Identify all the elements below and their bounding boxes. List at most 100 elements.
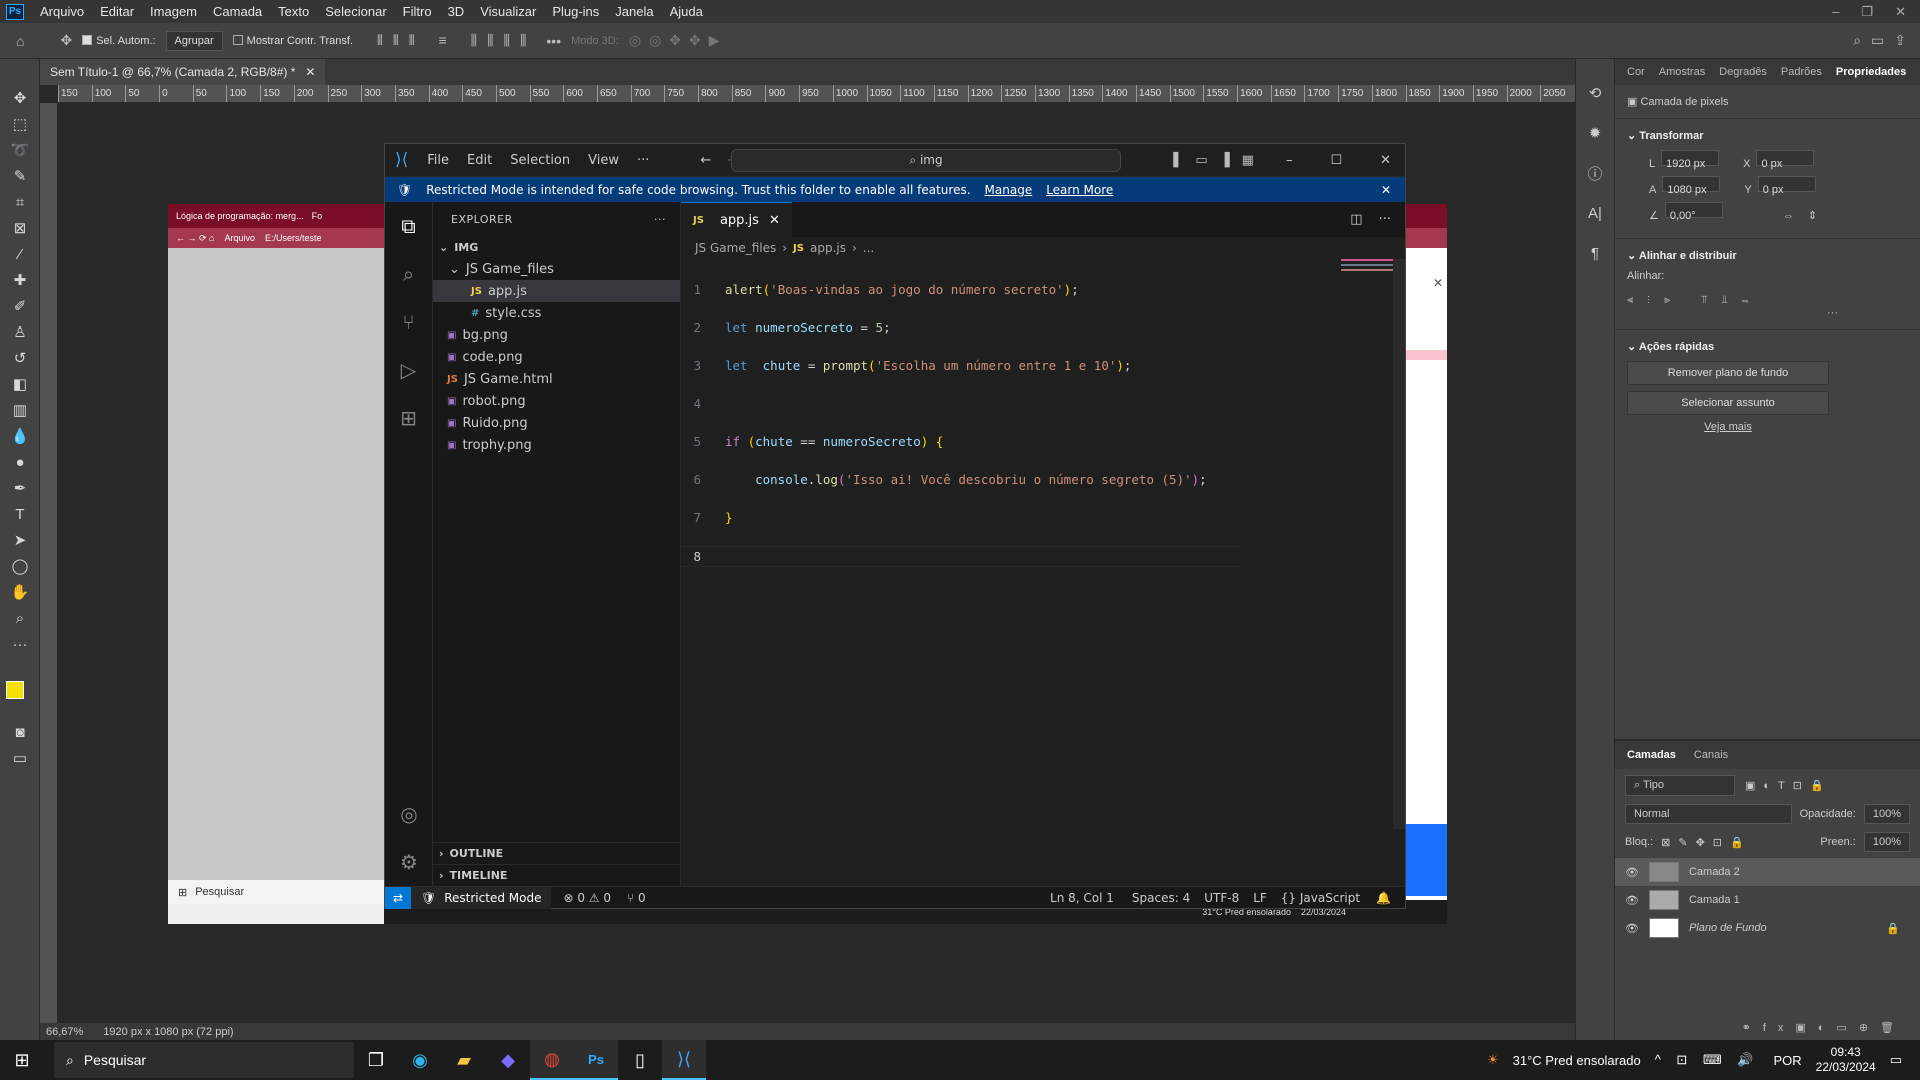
settings-gear-icon[interactable]: ⚙ bbox=[385, 838, 433, 886]
tree-file[interactable]: ▣ trophy.png bbox=[433, 434, 680, 456]
auto-select-checkbox[interactable]: Sel. Autom.: bbox=[82, 34, 156, 47]
layer-row[interactable]: 👁 Plano de Fundo 🔒 bbox=[1615, 914, 1920, 942]
cursor-position[interactable]: Ln 8, Col 1 bbox=[1050, 891, 1114, 905]
more-icon[interactable]: ••• bbox=[546, 33, 561, 49]
language-indicator[interactable]: POR bbox=[1773, 1053, 1801, 1068]
tree-file-style-css[interactable]: # style.css bbox=[433, 302, 680, 324]
height-field[interactable]: 1080 px bbox=[1662, 176, 1721, 196]
document-tab[interactable]: Sem Título-1 @ 66,7% (Camada 2, RGB/8#) … bbox=[40, 59, 326, 85]
y-field[interactable]: 0 px bbox=[1757, 176, 1816, 196]
history-brush-icon[interactable]: ↺ bbox=[0, 345, 40, 371]
hand-tool-icon[interactable]: ✋ bbox=[0, 579, 40, 605]
align-more-icon[interactable]: ··· bbox=[1627, 307, 1838, 319]
vscode-icon[interactable]: ⟩⟨ bbox=[662, 1040, 706, 1080]
layout-icons[interactable]: ▌▭▐▦ bbox=[1173, 153, 1266, 168]
notification-icon[interactable]: ▭ bbox=[1890, 1052, 1902, 1068]
tab-canais[interactable]: Canais bbox=[1694, 749, 1728, 761]
notepad-icon[interactable]: ▯ bbox=[618, 1040, 662, 1080]
language-status[interactable]: {} JavaScript bbox=[1281, 891, 1360, 905]
restore-icon[interactable]: ❐ bbox=[1861, 4, 1873, 20]
lock-icons[interactable]: ⊠✎✥⊡🔒 bbox=[1661, 836, 1752, 849]
tab-propriedades[interactable]: Propriedades bbox=[1836, 66, 1906, 78]
menu-texto[interactable]: Texto bbox=[270, 4, 317, 19]
close-tab-icon[interactable]: ✕ bbox=[769, 213, 780, 228]
vs-menu-edit[interactable]: Edit bbox=[458, 153, 501, 168]
tree-folder[interactable]: ⌄ JS Game_files bbox=[433, 258, 680, 280]
menu-camada[interactable]: Camada bbox=[205, 4, 270, 19]
screen-mode-icon[interactable]: ▭ bbox=[0, 745, 40, 771]
crumb-folder[interactable]: JS Game_files bbox=[695, 241, 776, 255]
vs-menu-file[interactable]: File bbox=[418, 153, 458, 168]
lasso-tool-icon[interactable]: ➰ bbox=[0, 137, 40, 163]
extensions-icon[interactable]: ⊞ bbox=[385, 394, 432, 442]
visibility-eye-icon[interactable]: 👁 bbox=[1625, 894, 1639, 907]
problems-status[interactable]: ⊗ 0 ⚠ 0 bbox=[563, 891, 611, 905]
tree-file[interactable]: ▣ robot.png bbox=[433, 390, 680, 412]
info-icon[interactable]: ⓘ bbox=[1576, 153, 1614, 193]
eol-status[interactable]: LF bbox=[1253, 891, 1267, 905]
angle-field[interactable]: 0,00° bbox=[1664, 202, 1723, 222]
edge-icon[interactable]: ◉ bbox=[398, 1040, 442, 1080]
file-explorer-icon[interactable]: ▰ bbox=[442, 1040, 486, 1080]
menu-arquivo[interactable]: Arquivo bbox=[32, 4, 92, 19]
ellipse-tool-icon[interactable]: ◯ bbox=[0, 553, 40, 579]
menu-3d[interactable]: 3D bbox=[440, 4, 473, 19]
group-select[interactable]: Agrupar bbox=[165, 30, 223, 51]
crumb-file[interactable]: app.js bbox=[810, 241, 846, 255]
vs-close-icon[interactable]: ✕ bbox=[1380, 153, 1391, 168]
tab-cor[interactable]: Cor bbox=[1627, 66, 1645, 78]
chrome-icon[interactable]: ◍ bbox=[530, 1040, 574, 1080]
layer-footer-icons[interactable]: ⚭fx▣◐▭⊕🗑 bbox=[1742, 1021, 1906, 1034]
see-more-link[interactable]: Veja mais bbox=[1627, 421, 1829, 433]
layer-row[interactable]: 👁 Camada 1 bbox=[1615, 886, 1920, 914]
tree-file[interactable]: ▣ bg.png bbox=[433, 324, 680, 346]
banner-close-icon[interactable]: ✕ bbox=[1381, 183, 1391, 197]
close-tab-icon[interactable]: ✕ bbox=[305, 65, 315, 79]
visibility-eye-icon[interactable]: 👁 bbox=[1625, 866, 1639, 879]
tab-camadas[interactable]: Camadas bbox=[1627, 749, 1676, 761]
quick-mask-icon[interactable]: ◙ bbox=[0, 719, 40, 745]
vs-menu-selection[interactable]: Selection bbox=[501, 153, 579, 168]
character-icon[interactable]: A| bbox=[1576, 193, 1614, 233]
remote-icon[interactable]: ⇄ bbox=[385, 886, 411, 909]
minimap[interactable] bbox=[1341, 259, 1393, 273]
tree-file[interactable]: JS JS Game.html bbox=[433, 368, 680, 390]
adjustments-icon[interactable]: ✹ bbox=[1576, 113, 1614, 153]
account-icon[interactable]: ◎ bbox=[385, 790, 433, 838]
menu-janela[interactable]: Janela bbox=[607, 4, 661, 19]
crumb-symbol[interactable]: ... bbox=[863, 241, 874, 255]
encoding-status[interactable]: UTF-8 bbox=[1204, 891, 1239, 905]
crop-tool-icon[interactable]: ⌗ bbox=[0, 189, 40, 215]
move-tool-icon[interactable]: ✥ bbox=[0, 85, 40, 111]
layer-row[interactable]: 👁 Camada 2 bbox=[1615, 858, 1920, 886]
history-icon[interactable]: ⟲ bbox=[1576, 73, 1614, 113]
editor-more-icon[interactable]: ··· bbox=[1379, 212, 1391, 227]
vs-maximize-icon[interactable]: ☐ bbox=[1330, 153, 1342, 168]
fill-field[interactable]: 100% bbox=[1863, 832, 1910, 852]
taskbar-search[interactable]: ⌕ Pesquisar bbox=[54, 1042, 354, 1078]
task-view-icon[interactable]: ❐ bbox=[354, 1040, 398, 1080]
explorer-more-icon[interactable]: ··· bbox=[654, 213, 666, 226]
manage-link[interactable]: Manage bbox=[985, 183, 1033, 197]
tab-app-js[interactable]: JS app.js ✕ bbox=[681, 202, 792, 237]
timeline-section[interactable]: › TIMELINE bbox=[433, 864, 680, 886]
weather-icon[interactable]: ☀ bbox=[1487, 1052, 1499, 1068]
align-icons[interactable]: ⫴⫴⫴ ≡ ⫼⫼⫼⫼ bbox=[377, 32, 536, 49]
home-icon[interactable]: ⌂ bbox=[16, 33, 24, 49]
tab-padroes[interactable]: Padrões bbox=[1781, 66, 1822, 78]
outline-section[interactable]: › OUTLINE bbox=[433, 842, 680, 864]
eyedropper-icon[interactable]: ⁄ bbox=[0, 241, 40, 267]
move-tool-icon[interactable]: ✥ bbox=[60, 32, 72, 49]
marquee-tool-icon[interactable]: ⬚ bbox=[0, 111, 40, 137]
menu-visualizar[interactable]: Visualizar bbox=[472, 4, 544, 19]
document-info[interactable]: 1920 px x 1080 px (72 ppi) bbox=[103, 1026, 233, 1038]
tab-degrades[interactable]: Degradês bbox=[1719, 66, 1767, 78]
indentation-status[interactable]: Spaces: 4 bbox=[1132, 891, 1190, 905]
blend-mode-select[interactable]: Normal bbox=[1625, 804, 1792, 824]
remove-background-button[interactable]: Remover plano de fundo bbox=[1627, 361, 1829, 385]
app-icon[interactable]: ◆ bbox=[486, 1040, 530, 1080]
vs-menu-view[interactable]: View bbox=[579, 153, 628, 168]
path-select-icon[interactable]: ➤ bbox=[0, 527, 40, 553]
tab-amostras[interactable]: Amostras bbox=[1659, 66, 1705, 78]
flip-icons[interactable]: ⇔⇕ bbox=[1783, 210, 1831, 222]
